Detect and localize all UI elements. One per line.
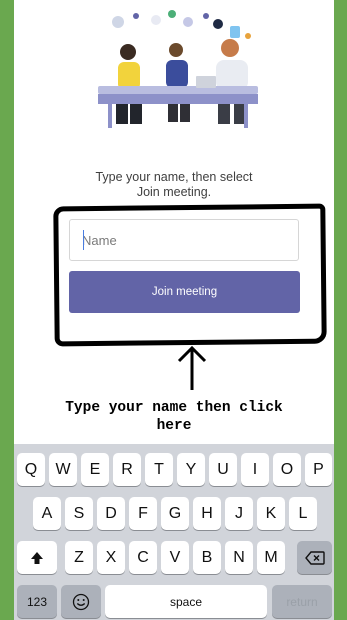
join-instructions: Type your name, then select Join meeting… <box>14 170 334 200</box>
key-l[interactable]: L <box>289 497 317 530</box>
on-screen-keyboard: Q W E R T Y U I O P A S D F G H J K L Z … <box>14 444 334 620</box>
annotation-line2: here <box>156 418 192 434</box>
key-q[interactable]: Q <box>17 453 45 486</box>
annotation-line1: Type your name then click <box>65 400 283 416</box>
key-v[interactable]: V <box>161 541 189 574</box>
shift-icon <box>31 551 43 564</box>
key-d[interactable]: D <box>97 497 125 530</box>
key-w[interactable]: W <box>49 453 77 486</box>
shift-key[interactable] <box>17 541 57 574</box>
key-y[interactable]: Y <box>177 453 205 486</box>
key-x[interactable]: X <box>97 541 125 574</box>
app-screen: Type your name, then select Join meeting… <box>14 0 334 620</box>
key-n[interactable]: N <box>225 541 253 574</box>
join-instructions-line2: Join meeting. <box>136 185 212 199</box>
text-caret <box>83 230 84 250</box>
join-meeting-button[interactable]: Join meeting <box>69 271 300 313</box>
key-u[interactable]: U <box>209 453 237 486</box>
key-j[interactable]: J <box>225 497 253 530</box>
emoji-icon <box>72 593 90 610</box>
key-m[interactable]: M <box>257 541 285 574</box>
up-arrow-icon <box>177 345 207 390</box>
key-o[interactable]: O <box>273 453 301 486</box>
backspace-icon <box>304 550 325 565</box>
name-input[interactable] <box>69 219 299 261</box>
return-key[interactable]: return <box>272 585 332 618</box>
key-f[interactable]: F <box>129 497 157 530</box>
key-h[interactable]: H <box>193 497 221 530</box>
key-a[interactable]: A <box>33 497 61 530</box>
key-e[interactable]: E <box>81 453 109 486</box>
emoji-key[interactable] <box>61 585 101 618</box>
join-instructions-line1: Type your name, then select <box>95 170 253 184</box>
key-c[interactable]: C <box>129 541 157 574</box>
backspace-key[interactable] <box>297 541 332 574</box>
annotation-text: Type your name then click here <box>14 399 334 435</box>
space-key[interactable]: space <box>105 585 267 618</box>
meeting-illustration <box>98 10 258 128</box>
key-i[interactable]: I <box>241 453 269 486</box>
key-b[interactable]: B <box>193 541 221 574</box>
key-k[interactable]: K <box>257 497 285 530</box>
key-s[interactable]: S <box>65 497 93 530</box>
key-t[interactable]: T <box>145 453 173 486</box>
key-r[interactable]: R <box>113 453 141 486</box>
key-z[interactable]: Z <box>65 541 93 574</box>
key-p[interactable]: P <box>305 453 332 486</box>
key-g[interactable]: G <box>161 497 189 530</box>
numbers-key[interactable]: 123 <box>17 585 57 618</box>
